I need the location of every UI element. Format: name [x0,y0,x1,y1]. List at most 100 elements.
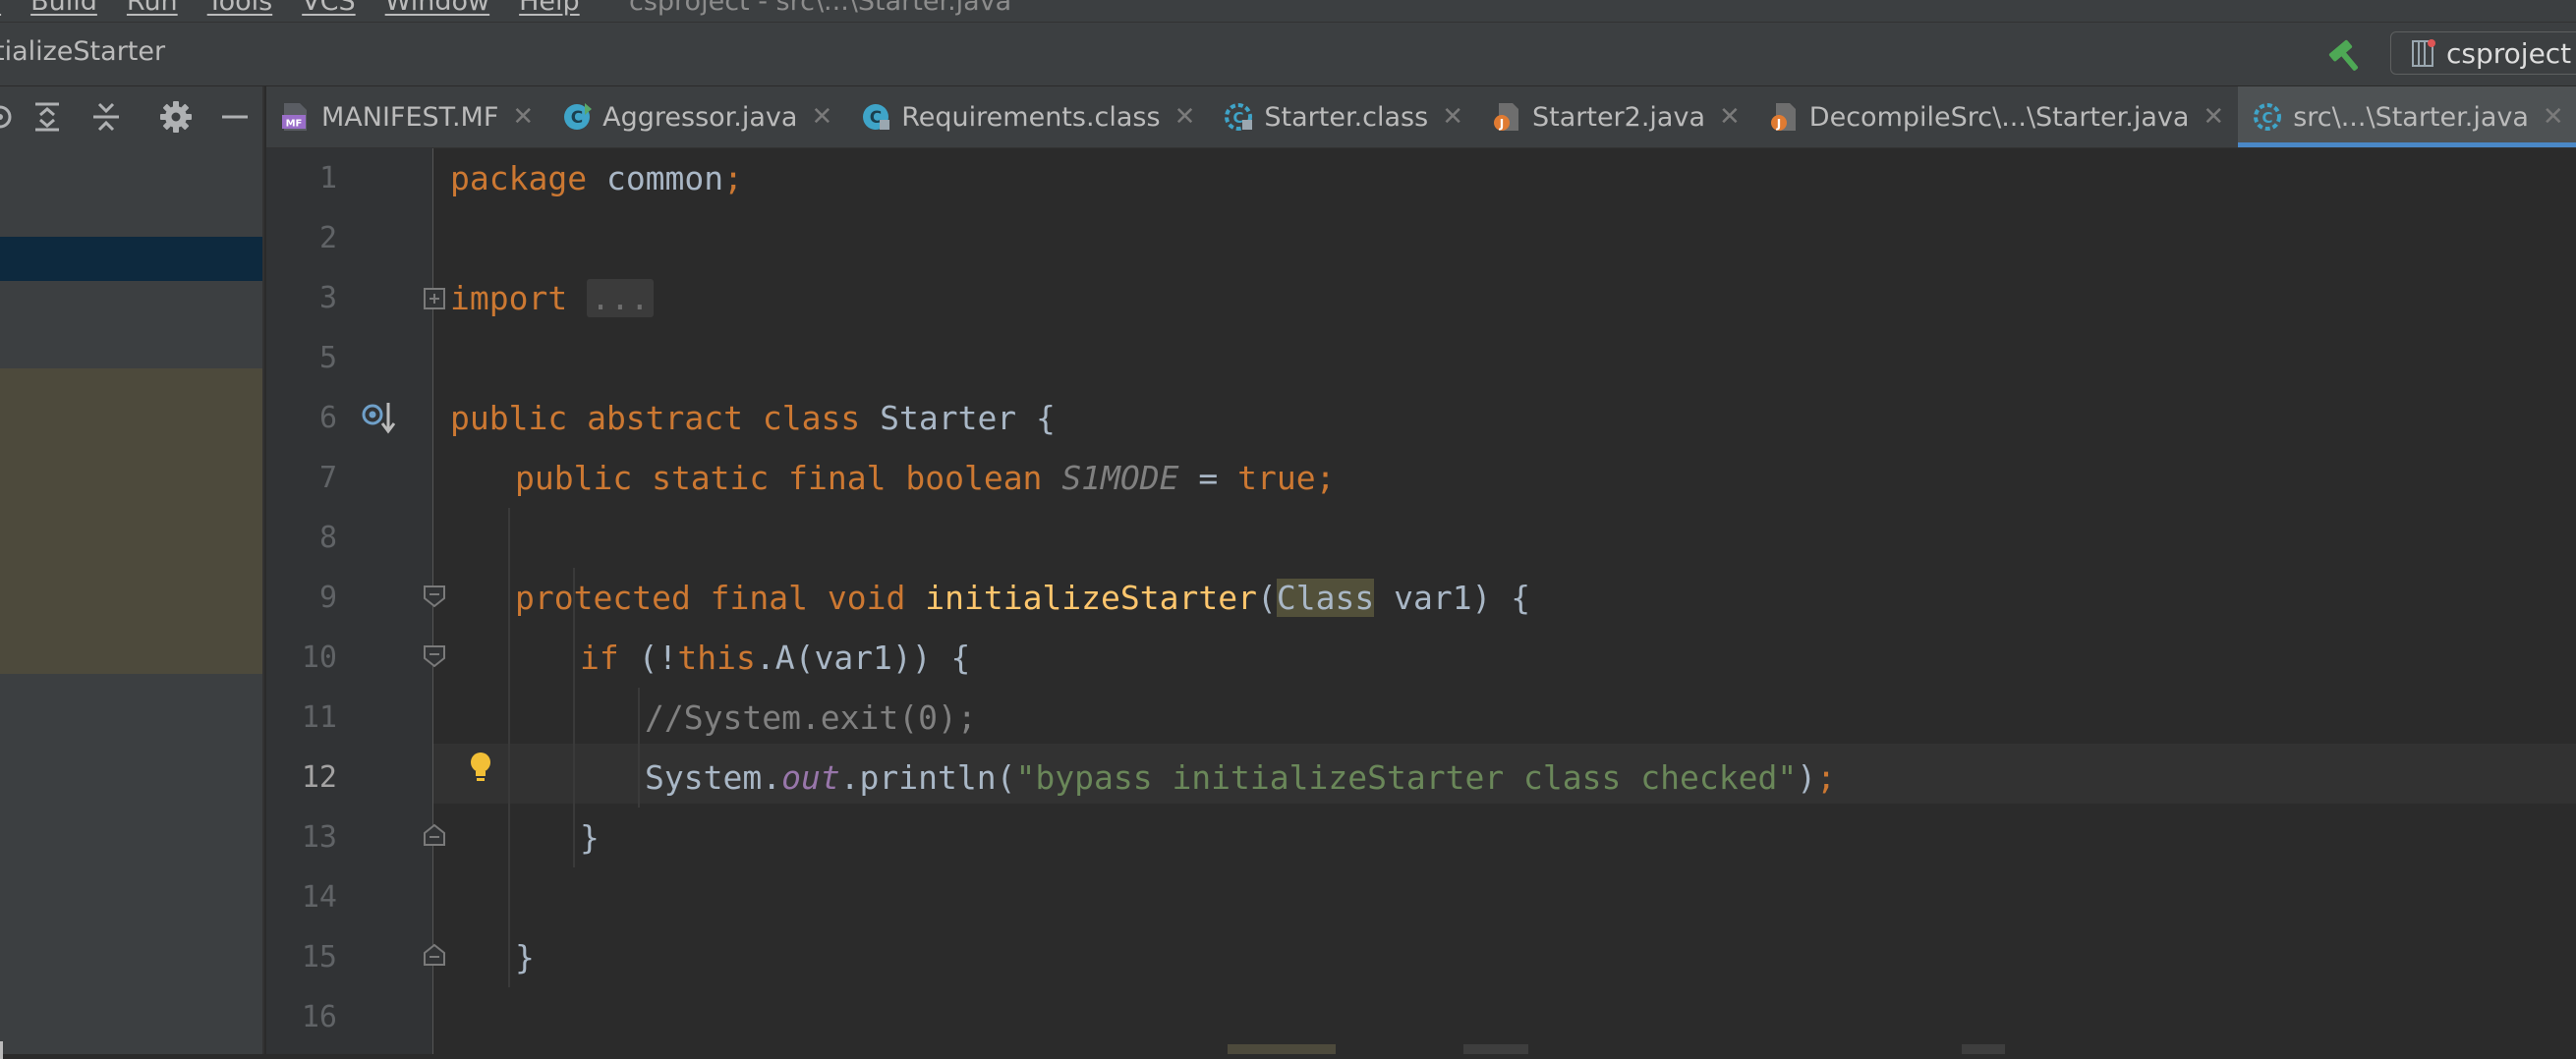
highlighted-type-token: Class [1276,579,1375,617]
call-token: .A(var1)) { [755,639,971,677]
project-tree-selected-row[interactable] [0,237,264,281]
menu-item-window[interactable]: Window [385,0,489,17]
operator-token: (! [618,639,678,677]
semicolon-token: ; [1816,758,1836,797]
code-line-9[interactable]: protected final void initializeStarter(C… [515,568,1530,628]
expand-all-icon[interactable] [29,99,65,135]
call-token: .println( [839,758,1016,797]
tab-label: Starter.class [1264,101,1429,133]
svg-text:C: C [1233,109,1244,127]
close-icon[interactable]: ✕ [1719,102,1741,132]
keyword-token: if [580,639,619,677]
project-toolbar [0,86,264,147]
close-icon[interactable]: ✕ [811,102,832,132]
line-number: 10 [301,641,337,675]
menu-items: r Build Run Tools VCS Window Help [0,0,580,17]
keyword-token: import [450,279,568,317]
line-number: 8 [318,521,337,555]
abstract-class-icon: C [2254,103,2282,131]
svg-text:C: C [2262,109,2273,127]
method-name-token: initializeStarter [925,579,1257,617]
occurrence-marker [1463,1044,1528,1054]
fold-collapse-icon[interactable] [422,643,447,669]
parameter-token: var1) { [1374,579,1531,617]
semicolon-token: ; [1315,459,1336,497]
panel-divider[interactable] [262,86,264,1054]
close-icon[interactable]: ✕ [2543,102,2564,132]
code-line-12[interactable]: System.out.println("bypass initializeSta… [645,748,1836,808]
code-line-10[interactable]: if (!this.A(var1)) { [580,628,970,688]
menu-item-vcs[interactable]: VCS [302,0,355,17]
run-configuration-label: csproject [2446,36,2572,70]
collapse-all-icon[interactable] [88,99,124,135]
minimize-icon[interactable] [217,99,253,135]
indent-guide [638,688,640,808]
code-line-1[interactable]: package common; [450,148,743,208]
scroll-from-source-icon[interactable] [0,99,18,135]
menu-item-refactor[interactable]: r [0,0,1,17]
tab-decompilesrc-starter-java[interactable]: J DecompileSrc\...\Starter.java ✕ [1754,86,2238,147]
brace-token: } [580,818,600,857]
project-config-icon [2412,39,2435,67]
line-number: 2 [318,221,337,255]
paren-token: ) [1797,758,1817,797]
tab-requirements-class[interactable]: C Requirements.class ✕ [846,86,1209,147]
fold-collapse-icon[interactable] [422,584,447,609]
tab-label: Aggressor.java [602,101,798,133]
class-name-token: Starter { [860,399,1056,437]
tab-label: Starter2.java [1531,101,1705,133]
build-hammer-icon[interactable] [2325,38,2365,74]
compiled-abstract-class-icon: C [1225,103,1253,131]
menu-bar: r Build Run Tools VCS Window Help csproj… [0,0,2576,23]
tab-label: Requirements.class [901,101,1161,133]
implemented-by-icon[interactable] [361,400,396,437]
fold-end-icon[interactable] [422,822,447,848]
breadcrumb[interactable]: tializeStarter [0,36,165,67]
folded-imports-placeholder[interactable]: ... [587,279,654,317]
close-icon[interactable]: ✕ [1174,102,1196,132]
keyword-token: package [450,159,588,197]
compiled-class-icon: C [863,104,890,130]
code-line-6[interactable]: public abstract class Starter { [450,388,1056,448]
code-line-3[interactable]: import ... [450,268,654,328]
literal-token: true [1237,459,1316,497]
svg-text:J: J [1776,117,1781,131]
keyword-token: this [677,639,756,677]
close-icon[interactable]: ✕ [2203,102,2224,132]
run-configuration-selector[interactable]: csproject [2390,31,2576,75]
fold-end-icon[interactable] [422,942,447,968]
tab-manifest-mf[interactable]: MF MANIFEST.MF ✕ [266,86,547,147]
tab-src-starter-java[interactable]: C src\...\Starter.java ✕ [2238,86,2576,147]
code-line-15[interactable]: } [515,927,535,987]
menu-item-help[interactable]: Help [519,0,580,17]
menu-item-build[interactable]: Build [30,0,97,17]
project-tool-window [0,86,264,1059]
tab-label: MANIFEST.MF [321,101,499,133]
gear-icon[interactable] [158,99,194,135]
code-line-7[interactable]: public static final boolean S1MODE = tru… [515,448,1336,508]
code-line-13[interactable]: } [580,808,600,867]
keyword-token: public static final boolean [515,459,1043,497]
close-icon[interactable]: ✕ [1442,102,1463,132]
operator-token: = [1178,459,1238,497]
manifest-file-icon: MF [282,103,307,131]
close-icon[interactable]: ✕ [512,102,534,132]
code-line-11[interactable]: //System.exit(0); [645,688,977,748]
code-editor[interactable]: 1 2 3 5 6 7 8 9 10 11 12 13 14 15 16 pac… [266,148,2576,1054]
tab-label: src\...\Starter.java [2293,101,2529,133]
comment-token: //System.exit(0); [645,698,977,737]
fold-expand-icon[interactable] [422,286,447,311]
identifier-token: common [587,159,724,197]
menu-item-tools[interactable]: Tools [207,0,273,17]
tab-starter-class[interactable]: C Starter.class ✕ [1209,86,1477,147]
lightbulb-intention-icon[interactable] [466,750,495,785]
line-number: 6 [318,401,337,435]
svg-text:MF: MF [286,119,303,130]
menu-item-run[interactable]: Run [127,0,178,17]
tab-aggressor-java[interactable]: C Aggressor.java ✕ [547,86,846,147]
java-file-icon: J [1493,103,1518,131]
tab-starter2-java[interactable]: J Starter2.java ✕ [1477,86,1754,147]
window-title: csproject - src\...\Starter.java [629,0,1012,17]
keyword-token: protected final void [515,579,906,617]
semicolon-token: ; [723,159,744,197]
